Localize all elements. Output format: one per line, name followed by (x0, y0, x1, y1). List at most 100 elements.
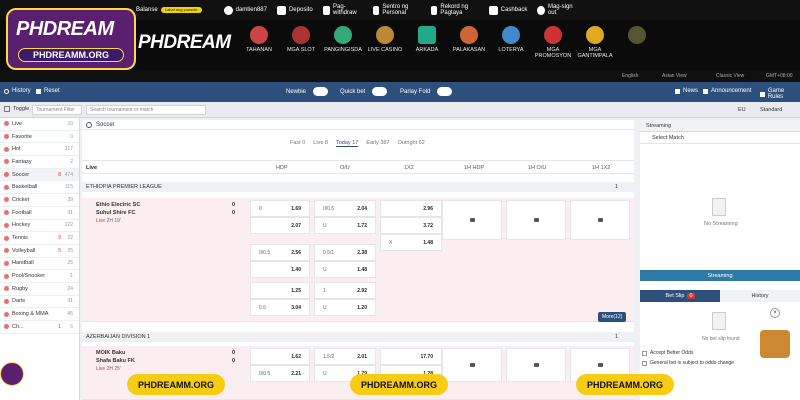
person-icon (372, 5, 380, 15)
nav-item-arcade[interactable]: ARKADA (406, 26, 448, 59)
sidebar-item[interactable]: Live 33 (0, 118, 79, 131)
sidebar-item[interactable]: Favorite 0 (0, 131, 79, 144)
tab-live[interactable]: Live 8 (313, 140, 328, 147)
odds-hdp-alt[interactable]: 1.25 (250, 282, 310, 299)
toggle-switch[interactable] (372, 87, 388, 96)
sidebar-item[interactable]: Soccer 8 474 (0, 168, 79, 182)
tab-betslip[interactable]: Bet Slip 0 (640, 290, 720, 302)
toggle-switch[interactable] (437, 87, 453, 96)
odds-ou-over[interactable]: 1.5/2 2.01 (314, 348, 376, 365)
promo-banner[interactable]: PHDREAMM.ORG (576, 374, 674, 395)
announcement-button[interactable]: Announcement (703, 88, 751, 94)
news-button[interactable]: News (675, 88, 698, 94)
user-menu[interactable]: damtien887 (223, 5, 267, 15)
odds-ou-under[interactable]: U 1.72 (314, 217, 376, 234)
odds-1x2-draw[interactable]: X 1.48 (380, 234, 442, 251)
odds-ou-alt[interactable]: U 1.48 (314, 261, 376, 278)
sidebar-item[interactable]: Volleyball 5 25 (0, 245, 79, 258)
odds-1x2-away[interactable]: 3.72 (380, 217, 442, 234)
promo-banner[interactable]: PHDREAMM.ORG (350, 374, 448, 395)
currency-select[interactable]: Lahat ang puwede (160, 7, 202, 13)
quickbet-toggle[interactable]: Quick bet (340, 87, 388, 96)
deposit-button[interactable]: Deposito (276, 5, 313, 15)
tournament-filter[interactable]: Tournament Filter (32, 105, 82, 115)
sidebar-item[interactable]: Pool/Snooker 1 (0, 270, 79, 283)
sidebar-item[interactable]: Cricket 39 (0, 194, 79, 207)
nav-item-live-casino[interactable]: LIVE CASINO (364, 26, 406, 59)
search-input[interactable]: Search tournament or match (86, 105, 206, 115)
more-markets-button[interactable]: More(12) (598, 312, 627, 322)
bet-record-button[interactable]: Rekord ng Pagtaya (430, 4, 479, 16)
odds-hdp-alt[interactable]: 1.40 (250, 261, 310, 278)
handicap: U (323, 305, 327, 311)
nav-item-vip[interactable] (616, 26, 658, 59)
rules-button[interactable]: Game Rules (760, 88, 800, 100)
sidebar-item[interactable]: Tennis 9 22 (0, 232, 79, 245)
sidebar-item[interactable]: Hockey 122 (0, 220, 79, 233)
sidebar-item[interactable]: Handball 25 (0, 258, 79, 271)
tab-fast[interactable]: Fast 0 (290, 140, 305, 147)
close-icon[interactable]: × (770, 308, 780, 318)
odds-1x2-home[interactable]: 17.70 (380, 348, 442, 365)
odds-hdp-home[interactable]: 0 1.69 (250, 200, 310, 217)
sidebar-item[interactable]: Fantasy 2 (0, 156, 79, 169)
cashback-button[interactable]: Cashback (488, 5, 527, 15)
sport-icon (4, 210, 9, 216)
odds-hdp-away[interactable]: 2.07 (250, 217, 310, 234)
sidebar-item[interactable]: Ch... 1 6 (0, 321, 79, 334)
match-select[interactable]: Select Match (640, 132, 800, 144)
tab-today[interactable]: Today 17 (335, 140, 359, 147)
parlay-toggle[interactable]: Parlay Fold (400, 87, 453, 96)
tab-history[interactable]: History (720, 290, 800, 302)
personal-center-button[interactable]: Sentro ng Personal (372, 4, 421, 16)
odds-ou-alt[interactable]: 1 2.92 (314, 282, 376, 299)
league-header[interactable]: AZERBAIJAN DIVISION 1 1 (82, 332, 634, 342)
streaming-button[interactable]: Streaming (640, 270, 800, 281)
odds-hdp-alt[interactable]: 0.5 3.04 (250, 299, 310, 316)
sidebar-item[interactable]: Basketball 115 (0, 181, 79, 195)
odds-hdp-alt[interactable]: 0/0.5 2.56 (250, 244, 310, 261)
display-mode-select[interactable]: Standard (760, 107, 782, 113)
nav-item-fishing[interactable]: PANGINGISDA (322, 26, 364, 59)
toggle-sidebar-button[interactable]: Toggle (4, 106, 29, 112)
sidebar-item[interactable]: Rugby 24 (0, 283, 79, 296)
language-select[interactable]: English (622, 73, 638, 79)
odds-format-select[interactable]: EU (738, 107, 746, 113)
general-bet-checkbox[interactable]: General bet is subject to odds change (642, 360, 734, 366)
classic-view-select[interactable]: Classic View (716, 73, 744, 79)
odds-ou-alt[interactable]: 0.5/1 2.38 (314, 244, 376, 261)
nav-item-home[interactable]: TAHANAN (238, 26, 280, 59)
header-logo[interactable]: PHDREAM (138, 32, 231, 54)
odds-hdp-away[interactable]: 0/0.5 2.21 (250, 365, 310, 382)
odds-ou-alt[interactable]: U 1.20 (314, 299, 376, 316)
tab-outright[interactable]: Outright 62 (398, 140, 425, 147)
nav-item-rewards[interactable]: MGA GANTIMPALA (574, 26, 616, 59)
league-header[interactable]: ETHIOPIA PREMIER LEAGUE 1 (82, 182, 634, 192)
history-button[interactable]: History (4, 88, 31, 94)
odds-1x2-home[interactable]: 2.96 (380, 200, 442, 217)
promo-banner[interactable]: PHDREAMM.ORG (127, 374, 225, 395)
nav-item-slots[interactable]: MGA SLOT (280, 26, 322, 59)
accept-odds-checkbox[interactable]: Accept Better Odds (642, 350, 693, 356)
sidebar-item[interactable]: Boxing & MMA 45 (0, 308, 79, 321)
view-select[interactable]: Asian View (662, 73, 687, 79)
sidebar-item[interactable]: Football 31 (0, 207, 79, 220)
reset-button[interactable]: Reset (36, 88, 60, 94)
nav-item-promotions[interactable]: MGA PROMOSYON (532, 26, 574, 59)
sidebar-item[interactable]: Hot 317 (0, 143, 79, 157)
signout-button[interactable]: Mag-sign out (537, 4, 577, 16)
checkbox[interactable] (642, 350, 647, 356)
nav-item-sports[interactable]: PALAKASAN (448, 26, 490, 59)
nav-item-lottery[interactable]: LOTERYA (490, 26, 532, 59)
odds-ou-over[interactable]: 0/0.5 2.04 (314, 200, 376, 217)
newbie-toggle[interactable]: Newbie (286, 87, 329, 96)
sidebar-item-label: Live (12, 120, 23, 127)
lock-icon (469, 218, 475, 222)
treasure-chest-icon[interactable] (760, 330, 790, 358)
checkbox[interactable] (642, 360, 647, 366)
sidebar-item[interactable]: Darts 31 (0, 296, 79, 309)
odds-hdp-home[interactable]: 1.62 (250, 348, 310, 365)
withdraw-button[interactable]: Pag-withdraw (322, 4, 363, 16)
toggle-switch[interactable] (313, 87, 329, 96)
tab-early[interactable]: Early 387 (366, 140, 389, 147)
